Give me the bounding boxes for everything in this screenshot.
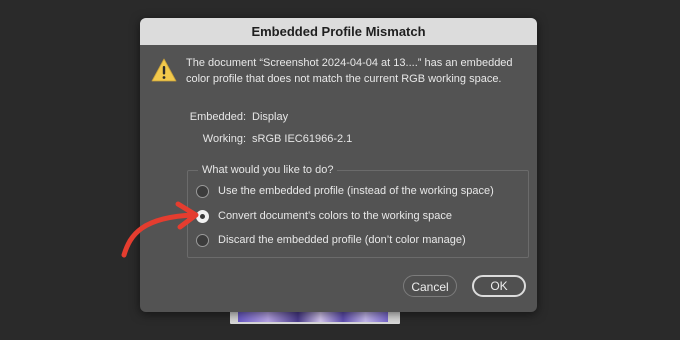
embedded-value: Display	[252, 111, 289, 123]
working-row: Working: sRGB IEC61966-2.1	[186, 133, 352, 145]
options-group-title: What would you like to do?	[198, 163, 338, 177]
option-label: Convert document’s colors to the working…	[218, 210, 452, 222]
warning-icon	[151, 58, 177, 82]
profile-mismatch-dialog: Embedded Profile Mismatch The document “…	[140, 18, 537, 312]
option-label: Discard the embedded profile (don’t colo…	[218, 234, 466, 246]
thumbnail-image	[238, 312, 388, 322]
option-use-embedded[interactable]: Use the embedded profile (instead of the…	[196, 183, 494, 199]
option-label: Use the embedded profile (instead of the…	[218, 185, 494, 197]
cancel-button[interactable]: Cancel	[403, 275, 457, 297]
embedded-label: Embedded:	[189, 111, 246, 123]
dialog-title: Embedded Profile Mismatch	[140, 18, 537, 45]
working-value: sRGB IEC61966-2.1	[252, 133, 353, 145]
embedded-row: Embedded: Display	[186, 111, 288, 123]
annotation-arrow	[121, 201, 199, 258]
options-group: What would you like to do? Use the embed…	[187, 163, 529, 258]
ok-button[interactable]: OK	[472, 275, 526, 297]
working-label: Working:	[202, 133, 246, 145]
dialog-message: The document “Screenshot 2024-04-04 at 1…	[186, 57, 513, 85]
option-discard[interactable]: Discard the embedded profile (don’t colo…	[196, 232, 466, 248]
option-convert[interactable]: Convert document’s colors to the working…	[196, 208, 452, 224]
